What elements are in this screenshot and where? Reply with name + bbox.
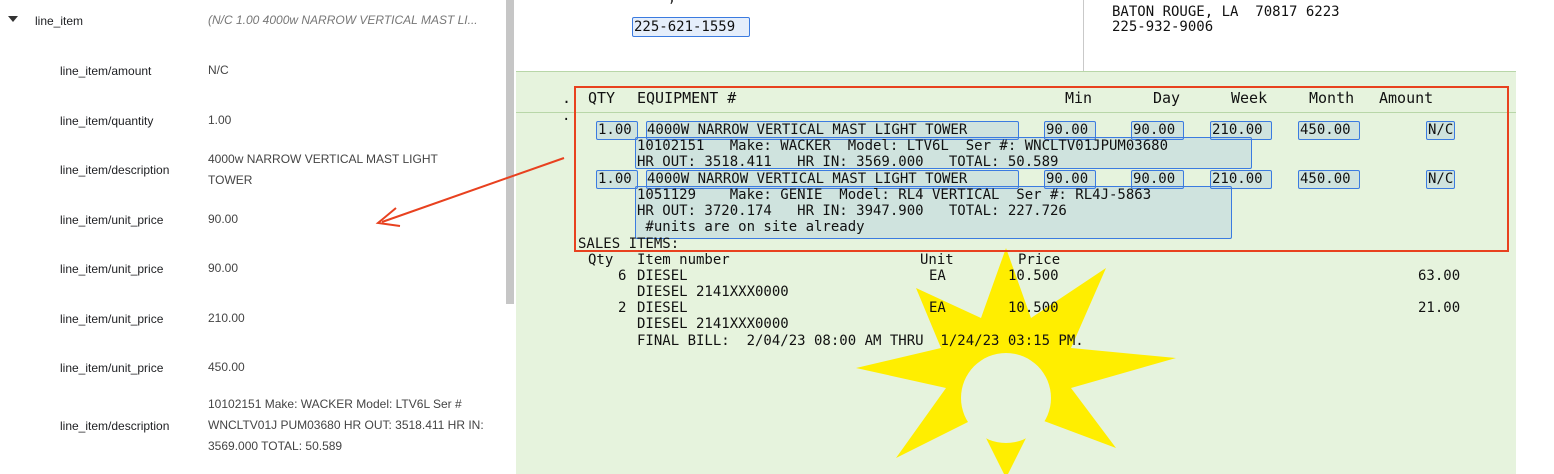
- field-row[interactable]: line_item/description 10102151 Make: WAC…: [0, 394, 506, 458]
- sales-price: 10.500: [1008, 300, 1059, 316]
- document-viewer: -- -, -- ----- 225-621-1559 BATON ROUGE,…: [516, 0, 1554, 474]
- field-row[interactable]: line_item/unit_price 90.00: [0, 258, 506, 282]
- field-row[interactable]: line_item/amount N/C: [0, 60, 506, 84]
- doc-dot: .: [562, 108, 571, 124]
- field-row[interactable]: line_item/unit_price 210.00: [0, 308, 506, 332]
- annotation-field-panel: line_item (N/C 1.00 4000w NARROW VERTICA…: [0, 0, 506, 474]
- sales-amount: 21.00: [1418, 300, 1461, 316]
- final-bill: FINAL BILL: 2/04/23 08:00 AM THRU 1/24/2…: [637, 333, 1084, 349]
- field-row[interactable]: line_item/unit_price 450.00: [0, 357, 506, 381]
- field-value: 1.00: [208, 113, 232, 127]
- sales-qty: 2: [618, 300, 627, 316]
- arrow-icon: [375, 157, 565, 227]
- field-value: 10102151 Make: WACKER Model: LTV6L Ser #…: [208, 397, 484, 453]
- field-value: 450.00: [208, 360, 245, 374]
- sales-item: DIESEL: [637, 268, 688, 284]
- field-key: line_item/quantity: [60, 114, 154, 128]
- doc-phone-left: 225-621-1559: [634, 19, 736, 35]
- divider: [1083, 0, 1084, 71]
- sales-qty: 6: [618, 268, 627, 284]
- field-value: (N/C 1.00 4000w NARROW VERTICAL MAST LI.…: [208, 13, 478, 27]
- sales-amount: 63.00: [1418, 268, 1461, 284]
- sales-item: DIESEL: [637, 300, 688, 316]
- field-row[interactable]: line_item/quantity 1.00: [0, 110, 506, 134]
- field-value: N/C: [208, 63, 229, 77]
- sales-header-item: Item number: [637, 252, 730, 268]
- chevron-down-icon[interactable]: [8, 16, 18, 22]
- doc-text-partial: -- -, -- -----: [634, 0, 752, 6]
- field-key: line_item/unit_price: [60, 361, 164, 375]
- field-key: line_item/unit_price: [60, 312, 164, 326]
- field-key: line_item/amount: [60, 64, 152, 78]
- field-key: line_item: [35, 14, 84, 28]
- field-key: line_item/description: [60, 163, 170, 177]
- doc-phone-right: 225-932-9006: [1112, 19, 1214, 35]
- field-key: line_item/unit_price: [60, 262, 164, 276]
- selection-box[interactable]: [574, 86, 1509, 252]
- field-key: line_item/description: [60, 419, 170, 433]
- field-value: 210.00: [208, 311, 245, 325]
- field-key: line_item/unit_price: [60, 213, 164, 227]
- scrollbar-track[interactable]: [506, 304, 514, 474]
- sales-unit: EA: [929, 300, 946, 316]
- field-row-line-item[interactable]: line_item (N/C 1.00 4000w NARROW VERTICA…: [0, 0, 506, 44]
- sales-header-qty: Qty: [588, 252, 614, 268]
- sales-unit: EA: [929, 268, 946, 284]
- sales-price: 10.500: [1008, 268, 1059, 284]
- sales-sub: DIESEL 2141XXX0000: [637, 284, 789, 300]
- header-dot: .: [562, 89, 572, 107]
- doc-address: BATON ROUGE, LA 70817 6223: [1112, 4, 1340, 20]
- sales-sub: DIESEL 2141XXX0000: [637, 316, 789, 332]
- field-value: 90.00: [208, 261, 239, 275]
